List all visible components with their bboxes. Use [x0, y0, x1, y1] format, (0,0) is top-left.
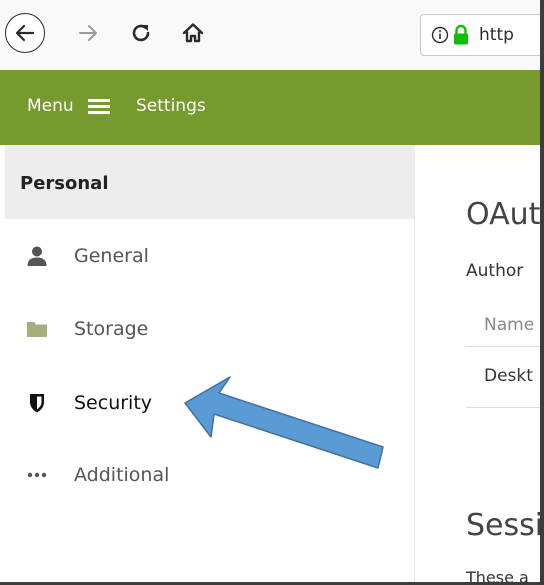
annotation-arrow	[170, 368, 395, 483]
back-button[interactable]	[5, 13, 45, 53]
app-header: Menu Settings	[0, 70, 544, 145]
more-dots-icon	[25, 463, 49, 487]
page-title: Settings	[136, 96, 206, 116]
table-row: Deskt	[484, 366, 533, 386]
section-description: Author	[466, 261, 524, 281]
menu-label[interactable]: Menu	[27, 96, 74, 116]
main-content: OAut Author Name Deskt Sessi These a	[416, 145, 540, 585]
reload-icon	[132, 24, 150, 42]
settings-sidebar: Personal General Storage Security Additi…	[0, 145, 415, 585]
table-divider	[466, 346, 540, 347]
hamburger-icon[interactable]	[88, 98, 110, 119]
sidebar-item-general[interactable]: General	[5, 228, 415, 284]
sidebar-item-label: Additional	[74, 464, 170, 486]
section-title-oauth: OAut	[466, 197, 540, 232]
shield-icon	[25, 391, 49, 415]
sidebar-heading: Personal	[20, 173, 109, 194]
sidebar-item-label: Storage	[74, 318, 149, 340]
table-header-name: Name	[484, 315, 535, 335]
sidebar-section-header: Personal	[5, 145, 415, 219]
section-title-sessions: Sessi	[466, 508, 540, 543]
browser-toolbar: http	[0, 0, 544, 70]
home-icon	[182, 23, 204, 43]
info-icon[interactable]	[431, 26, 449, 49]
sidebar-item-storage[interactable]: Storage	[5, 301, 415, 357]
folder-icon	[25, 317, 49, 341]
person-icon	[25, 244, 49, 268]
forward-arrow-icon	[79, 25, 97, 41]
forward-button[interactable]	[75, 20, 101, 46]
table-divider	[466, 407, 540, 408]
sidebar-item-label: General	[74, 245, 149, 267]
padlock-icon	[452, 24, 470, 51]
sidebar-item-label: Security	[74, 392, 153, 414]
back-arrow-icon	[15, 24, 35, 42]
reload-button[interactable]	[128, 20, 154, 46]
home-button[interactable]	[180, 20, 206, 46]
url-text: http	[479, 25, 514, 45]
url-bar[interactable]: http	[420, 14, 544, 56]
window-edge	[540, 0, 544, 585]
